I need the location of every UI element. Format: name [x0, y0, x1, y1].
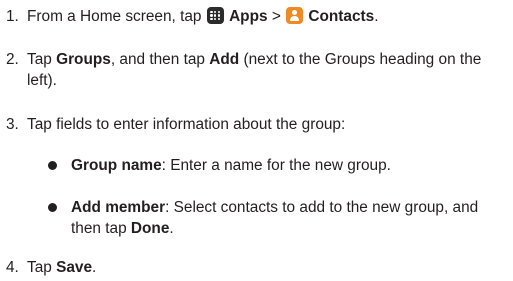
- add-label: Add: [209, 51, 240, 68]
- groups-label: Groups: [56, 51, 111, 68]
- done-label: Done: [130, 220, 170, 237]
- save-label: Save: [56, 259, 93, 276]
- contacts-label: Contacts: [308, 8, 375, 25]
- group-name-label: Group name: [71, 157, 162, 174]
- apps-grid-icon: [206, 7, 224, 24]
- step-number: 2.: [6, 51, 19, 68]
- bullet-text: Add member: Select contacts to add to th…: [71, 199, 479, 237]
- bullet-text: Group name: Enter a name for the new gro…: [71, 157, 391, 174]
- step-text: From a Home screen, tap Apps > Contacts.: [27, 7, 379, 25]
- step-number: 3.: [6, 116, 19, 133]
- add-member-label: Add member: [71, 199, 166, 216]
- step-text: Tap Groups, and then tap Add (next to th…: [27, 51, 482, 89]
- bullet-dot: [48, 203, 57, 212]
- contacts-person-icon: [286, 7, 304, 24]
- step-number: 1.: [6, 8, 19, 25]
- apps-label: Apps: [229, 8, 268, 25]
- step-text: Tap fields to enter information about th…: [27, 116, 346, 133]
- step-text: Tap Save.: [27, 259, 97, 276]
- step-number: 4.: [6, 259, 19, 276]
- bullet-dot: [48, 161, 57, 170]
